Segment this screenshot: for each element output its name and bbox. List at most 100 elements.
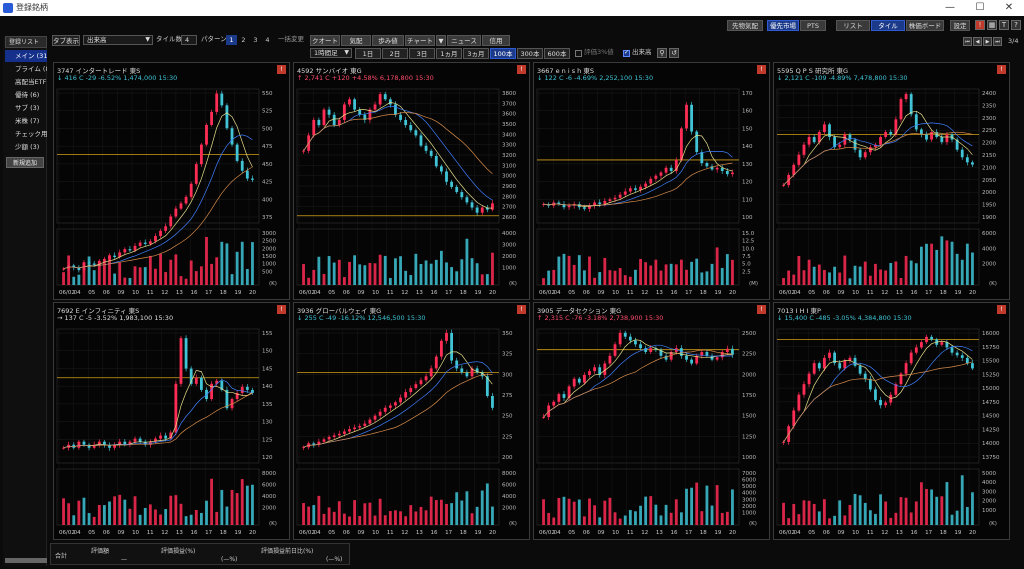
minimize-button[interactable]: —	[935, 1, 965, 15]
price-volume-chart[interactable]: 2500 2250 2000 1750 1500 1250 1000 700060005000…	[534, 323, 771, 539]
price-volume-chart[interactable]: 155 150 145 140 135 130 125 120 8000 6000 4000 2000…	[54, 323, 291, 539]
chart-tile[interactable]: 3667 e n i s h 東S ↓ 122 C -6 -4.69% 2,252…	[533, 62, 770, 300]
interval-select[interactable]: 1時間足 ▼	[310, 48, 352, 58]
valuation-3pct-checkbox[interactable]	[575, 50, 582, 57]
sidebar-item-us-stocks[interactable]: 米株 (7)	[5, 115, 47, 127]
chart-button[interactable]: チャート	[405, 35, 435, 46]
next-page-icon[interactable]: ▶	[983, 37, 992, 46]
pts-button[interactable]: PTS	[800, 20, 826, 31]
sidebar-item-main[interactable]: メイン (31)	[5, 50, 47, 62]
priority-market-button[interactable]: 優先市場	[767, 20, 799, 31]
tab-display-button[interactable]: タブ表示	[52, 35, 80, 46]
volume-bar	[72, 515, 76, 525]
range-300-button[interactable]: 300本	[517, 48, 543, 59]
zoom-icon[interactable]: ⚲	[657, 48, 667, 58]
alert-icon[interactable]: !	[997, 305, 1006, 314]
alert-icon[interactable]: !	[277, 305, 286, 314]
pattern-4-button[interactable]: 4	[262, 35, 273, 45]
x-tick-label: 10	[132, 530, 139, 536]
chart-tile[interactable]: 7013 I H I 東P ↓ 15,400 C -485 -3.05% 4,38…	[773, 302, 1010, 540]
candle-body	[552, 401, 556, 406]
volume-checkbox[interactable]	[623, 49, 630, 57]
list-view-button[interactable]: リスト	[836, 20, 870, 31]
price-volume-chart[interactable]: 170 160 150 140 130 120 110 100 15.0 12.510.0 7.5 5…	[534, 83, 771, 299]
candle-body	[348, 429, 351, 432]
sidebar-item-small[interactable]: 少額 (3)	[5, 141, 47, 153]
chart-tile[interactable]: 3747 インタートレード 東S ↓ 416 C -29 -6.52% 1,474…	[53, 62, 290, 300]
chart-tile[interactable]: 4592 サンバイオ 東G ↑ 2,741 C +120 +4.58% 6,178…	[293, 62, 530, 300]
sidebar-item-sub[interactable]: サブ (3)	[5, 102, 47, 114]
volume-bar	[465, 491, 469, 525]
volume-bar	[62, 498, 65, 525]
x-tick-label: 18	[940, 530, 947, 536]
pattern-1-button[interactable]: 1	[226, 35, 237, 45]
range-3m-button[interactable]: 3ヵ月	[463, 48, 489, 59]
price-volume-chart[interactable]: 350 325 300 275 250 225 200 8000 6000 4000 2000 (K)…	[294, 323, 531, 539]
last-page-icon[interactable]: ⏭	[993, 37, 1002, 46]
settings-button[interactable]: 設定	[950, 20, 970, 31]
sidebar-header[interactable]: 登録リスト	[5, 36, 47, 48]
x-tick-label: 05	[808, 530, 815, 536]
news-button[interactable]: ニュース	[447, 35, 481, 46]
alert-icon[interactable]: !	[975, 20, 985, 30]
sort-select[interactable]: 出来高 ▼	[83, 35, 153, 45]
sidebar-item-benefits[interactable]: 優待 (6)	[5, 89, 47, 101]
sidebar-item-prime[interactable]: プライム (8)	[5, 63, 47, 75]
close-button[interactable]: ✕	[994, 1, 1024, 15]
tile-count-select[interactable]: 4	[181, 35, 197, 45]
sidebar-scrollbar[interactable]	[5, 558, 47, 563]
futures-quote-button[interactable]: 先物気配	[727, 20, 763, 31]
chart-tile[interactable]: 3936 グローバルウェイ 東G ↓ 255 C -49 -16.12% 12,5…	[293, 302, 530, 540]
x-tick-label: 05	[568, 290, 575, 296]
maximize-button[interactable]: ☐	[965, 1, 995, 15]
volume-bar	[169, 259, 173, 285]
alert-icon[interactable]: !	[517, 65, 526, 74]
quote-button[interactable]: クオート	[310, 35, 340, 46]
candle-body	[608, 355, 612, 364]
chart-tile[interactable]: 3905 データセクション 東G ↑ 2,315 C -76 -3.18% 2,7…	[533, 302, 770, 540]
range-600-button[interactable]: 600本	[544, 48, 570, 59]
volume-bar	[128, 277, 132, 285]
alert-icon[interactable]: !	[757, 65, 766, 74]
range-1d-button[interactable]: 1日	[355, 48, 381, 59]
volume-bar	[470, 258, 474, 285]
help-icon[interactable]: ?	[1011, 20, 1021, 30]
first-page-icon[interactable]: ⏮	[963, 37, 972, 46]
reset-icon[interactable]: ↺	[669, 48, 679, 58]
chart-tile[interactable]: 7692 E インフィニティ 東S → 137 C -5 -3.52% 1,983…	[53, 302, 290, 540]
range-100-button[interactable]: 100本	[490, 48, 516, 59]
alert-icon[interactable]: !	[277, 65, 286, 74]
range-2d-button[interactable]: 2日	[382, 48, 408, 59]
price-volume-chart[interactable]: 550 525 500 475 450 425 400 375 3000 25002000 1500…	[54, 83, 291, 299]
board-button[interactable]: 気配	[341, 35, 371, 46]
sidebar-item-high-dividend[interactable]: 高配当ETF	[5, 76, 47, 88]
pattern-2-button[interactable]: 2	[238, 35, 249, 45]
volume-bar	[220, 489, 224, 525]
price-volume-chart[interactable]: 3800 3700 3600 3500 3400 3300 3200 3100 3000 2900…	[294, 83, 531, 299]
prev-page-icon[interactable]: ◀	[973, 37, 982, 46]
alert-icon[interactable]: !	[757, 305, 766, 314]
volume-bar	[97, 264, 101, 285]
margin-button[interactable]: 信用	[482, 35, 510, 46]
chart-dropdown-icon[interactable]: ▼	[436, 35, 446, 46]
alert-icon[interactable]: !	[997, 65, 1006, 74]
range-3d-button[interactable]: 3日	[409, 48, 435, 59]
stock-board-button[interactable]: 株価ボード	[906, 20, 944, 31]
volume-frame	[536, 468, 740, 526]
x-tick-label: 06/02	[779, 290, 795, 296]
add-list-button[interactable]: 新規追加	[6, 157, 44, 168]
volume-bar	[174, 495, 178, 525]
pattern-3-button[interactable]: 3	[250, 35, 261, 45]
volume-bar	[251, 242, 254, 285]
x-tick-label: 16	[431, 290, 438, 296]
price-volume-chart[interactable]: 16000 15750 15500 15250 15000 14750 14500 14250…	[774, 323, 1011, 539]
alert-icon[interactable]: !	[517, 305, 526, 314]
tick-button[interactable]: 歩み値	[372, 35, 404, 46]
layout-icon[interactable]: ▦	[987, 20, 997, 30]
range-1m-button[interactable]: 1ヵ月	[436, 48, 462, 59]
price-volume-chart[interactable]: 2400 2350 2300 2250 2200 2150 2100 2050 2000 1950…	[774, 83, 1011, 299]
text-icon[interactable]: T	[999, 20, 1009, 30]
chart-tile[interactable]: 5595 Q P S 研究所 東G ↓ 2,121 C -109 -4.89% 7…	[773, 62, 1010, 300]
tile-view-button[interactable]: タイル	[871, 20, 905, 31]
sidebar-item-check[interactable]: チェック用 (	[5, 128, 47, 140]
